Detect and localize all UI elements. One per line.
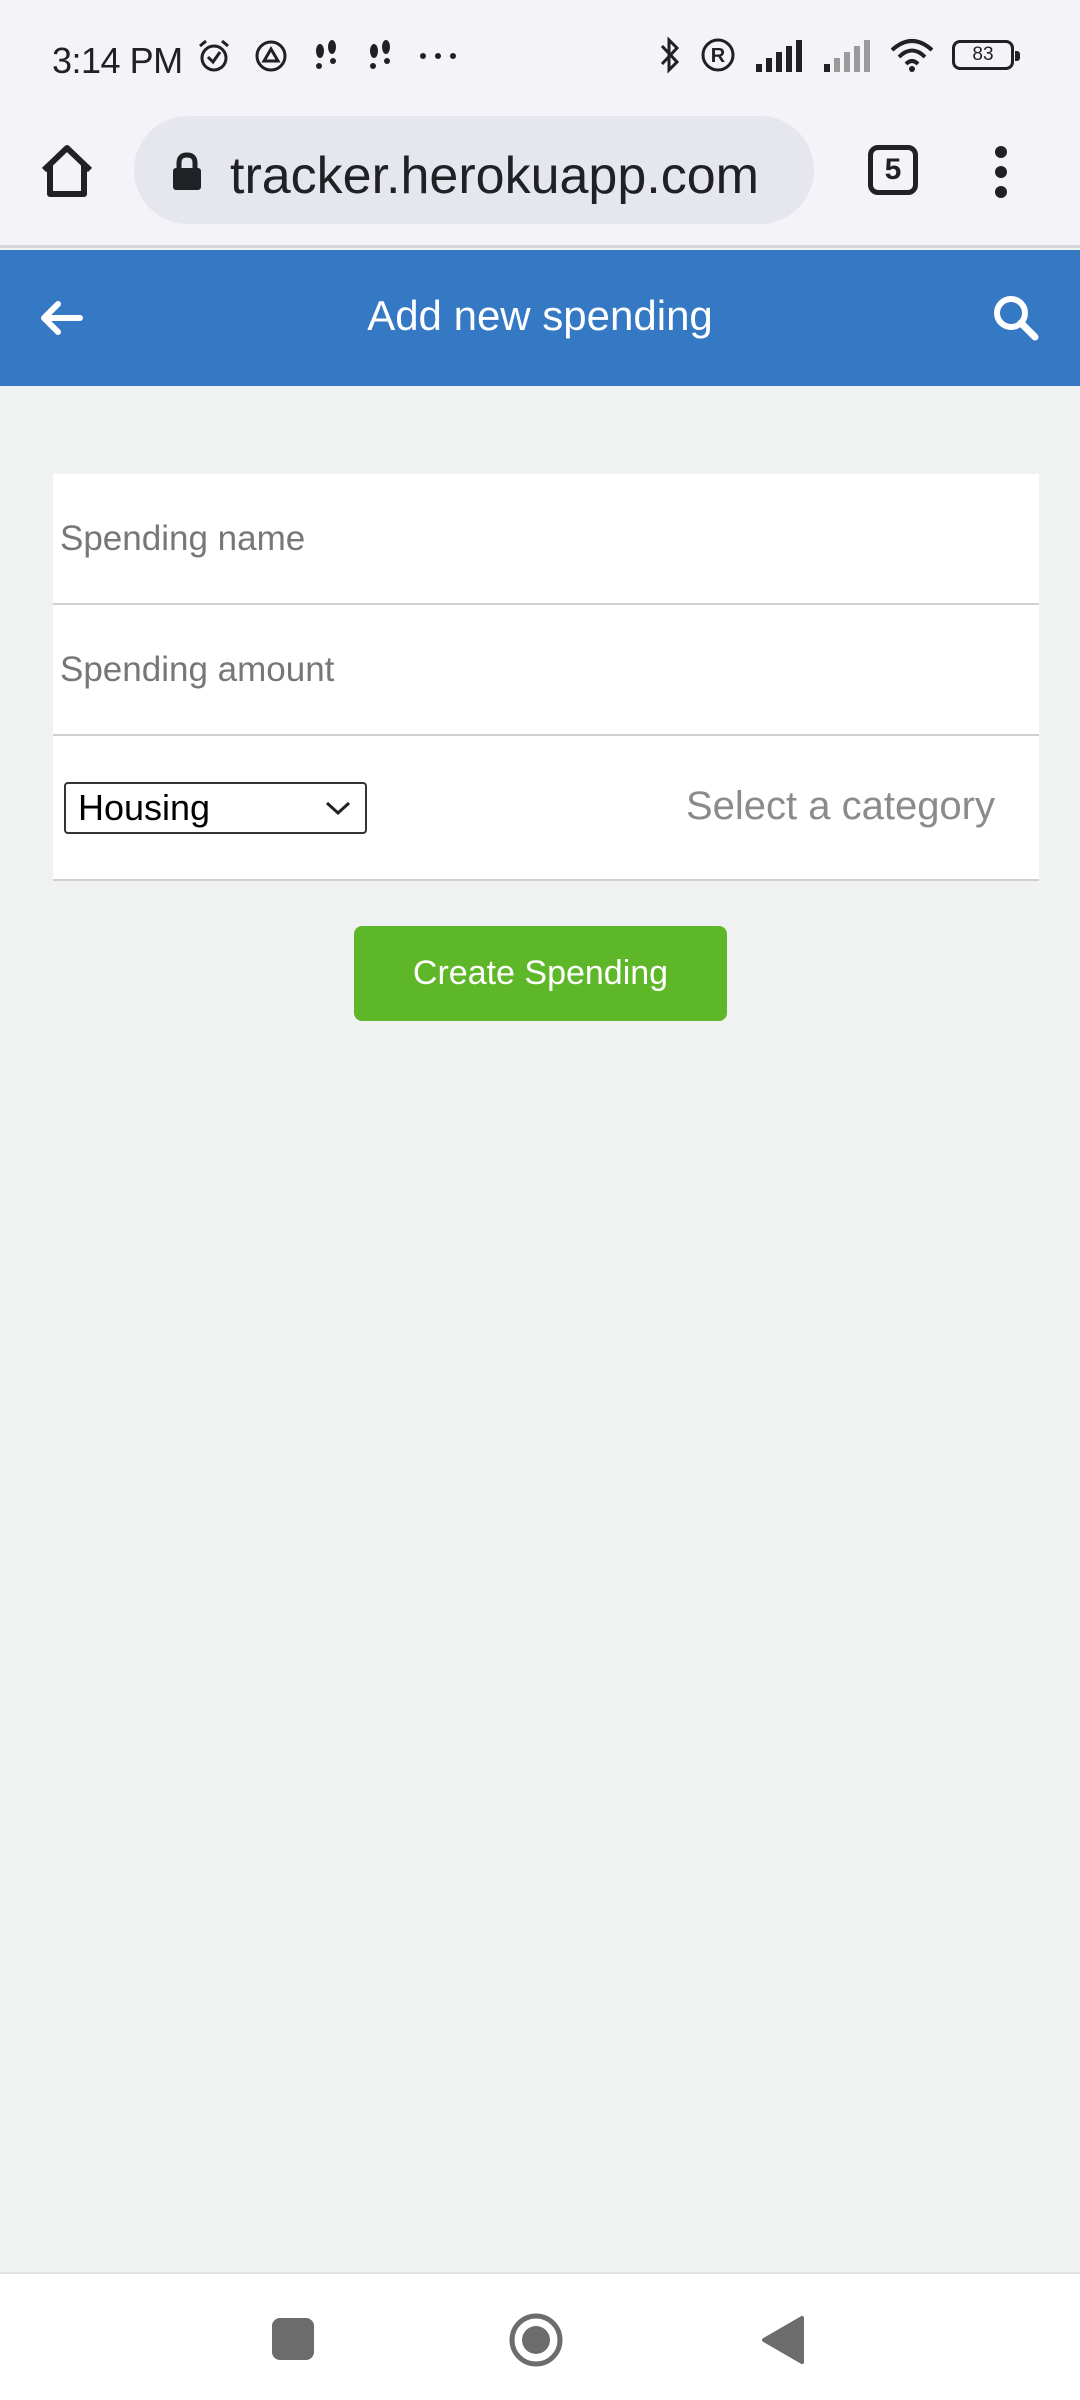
url-text: tracker.herokuapp.com [230, 147, 759, 205]
category-label: Select a category [685, 784, 995, 828]
home-button[interactable] [508, 2312, 564, 2368]
category-select[interactable]: Housing [64, 782, 367, 834]
back-button[interactable] [758, 2314, 806, 2366]
wifi-icon [890, 39, 934, 72]
signal-weak-icon [824, 40, 870, 72]
tab-switcher-button[interactable]: 5 [868, 145, 918, 195]
home-icon[interactable] [36, 140, 98, 202]
drive-icon [255, 40, 287, 72]
status-time: 3:14 PM [52, 40, 183, 81]
more-notifications-icon [420, 53, 456, 59]
status-bar: 3:14 PM R 83 [0, 0, 1080, 112]
spending-name-row [53, 474, 1039, 605]
registered-icon: R [701, 38, 735, 72]
lock-icon [173, 152, 201, 190]
search-icon[interactable] [990, 292, 1042, 344]
category-row: Housing Select a category [53, 736, 1039, 881]
browser-menu-icon[interactable] [986, 142, 1016, 202]
footsteps-icon-2 [370, 40, 390, 69]
address-bar[interactable]: tracker.herokuapp.com [134, 116, 814, 224]
page-title: Add new spending [367, 292, 713, 339]
app-bar: Add new spending [0, 250, 1080, 386]
category-selected-value: Housing [78, 787, 211, 828]
alarm-icon [199, 39, 229, 72]
create-spending-button[interactable]: Create Spending [354, 926, 727, 1021]
battery-icon: 83 [952, 40, 1020, 70]
spending-amount-row [53, 605, 1039, 736]
signal-icon [756, 40, 802, 72]
spending-form: Housing Select a category [53, 474, 1039, 881]
svg-text:R: R [711, 45, 726, 67]
spending-amount-input[interactable] [53, 605, 1039, 734]
browser-toolbar: tracker.herokuapp.com 5 [0, 112, 1080, 248]
bluetooth-icon [660, 36, 680, 74]
recents-button[interactable] [272, 2318, 314, 2360]
spending-name-input[interactable] [53, 474, 1039, 603]
footsteps-icon [316, 40, 336, 69]
chevron-down-icon [325, 801, 351, 816]
system-nav-bar [0, 2272, 1080, 2400]
